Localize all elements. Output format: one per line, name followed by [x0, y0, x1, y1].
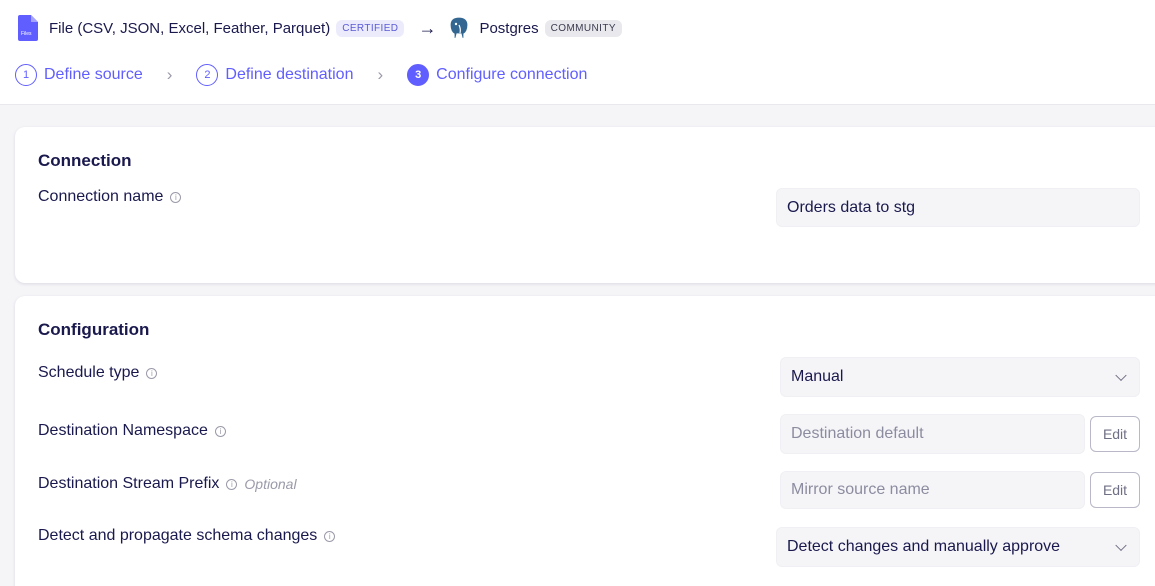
step-label: Define destination [225, 66, 354, 83]
stepper: 1 Define source › 2 Define destination ›… [15, 62, 587, 88]
step-define-destination[interactable]: 2 Define destination [196, 64, 353, 86]
stream-prefix-placeholder: Mirror source name [791, 481, 930, 498]
step-define-source[interactable]: 1 Define source [15, 64, 143, 86]
info-icon[interactable]: i [324, 530, 336, 542]
schema-changes-value: Detect changes and manually approve [787, 538, 1061, 555]
namespace-edit-button[interactable]: Edit [1090, 416, 1140, 452]
connection-header: Files File (CSV, JSON, Excel, Feather, P… [0, 0, 1155, 105]
file-icon: Files [18, 15, 38, 41]
configuration-card: Configuration Schedule type i Manual Des… [15, 296, 1155, 586]
connection-name-label-text: Connection name [38, 188, 164, 205]
chevron-down-icon [1115, 369, 1127, 382]
destination-namespace-label-text: Destination Namespace [38, 422, 208, 439]
step-number: 2 [196, 64, 219, 86]
schema-changes-label-text: Detect and propagate schema changes [38, 527, 318, 544]
connection-name-value: Orders data to stg [787, 198, 916, 216]
connection-name-input[interactable]: Orders data to stg [776, 188, 1140, 227]
connector-pair: Files File (CSV, JSON, Excel, Feather, P… [18, 14, 622, 42]
svg-text:Files: Files [21, 31, 32, 37]
chevron-right-icon: › [166, 65, 173, 84]
configuration-card-title: Configuration [38, 320, 150, 339]
stream-prefix-edit-button[interactable]: Edit [1090, 472, 1140, 508]
step-number: 1 [15, 64, 37, 86]
connection-card-title: Connection [38, 151, 132, 170]
step-number: 3 [407, 64, 430, 86]
community-badge: COMMUNITY [544, 19, 622, 37]
schema-changes-select[interactable]: Detect changes and manually approve [776, 527, 1140, 567]
connection-card: Connection Connection name i Orders data… [15, 127, 1155, 283]
schedule-type-label-text: Schedule type [38, 364, 140, 381]
destination-namespace-placeholder: Destination default [791, 425, 924, 442]
step-label: Define source [44, 66, 143, 83]
step-label: Configure connection [436, 66, 588, 83]
stream-prefix-label-text: Destination Stream Prefix [38, 475, 220, 492]
info-icon[interactable]: i [146, 367, 158, 379]
certified-badge: CERTIFIED [336, 19, 405, 37]
source-name: File (CSV, JSON, Excel, Feather, Parquet… [49, 19, 331, 37]
info-icon[interactable]: i [226, 478, 238, 490]
info-icon[interactable]: i [214, 425, 226, 437]
postgres-elephant-icon [448, 16, 470, 40]
destination-namespace-label: Destination Namespace i [38, 422, 226, 440]
destination-namespace-field[interactable]: Destination default [780, 414, 1085, 454]
destination-name: Postgres [479, 19, 539, 37]
main-content: Connection Connection name i Orders data… [0, 105, 1155, 586]
schedule-type-label: Schedule type i [38, 364, 158, 382]
schedule-type-value: Manual [791, 368, 844, 385]
arrow-right-icon: → [418, 17, 437, 38]
step-configure-connection[interactable]: 3 Configure connection [407, 64, 587, 86]
info-icon[interactable]: i [170, 191, 182, 203]
schema-changes-label: Detect and propagate schema changes i [38, 527, 336, 545]
chevron-right-icon: › [377, 65, 384, 84]
stream-prefix-field[interactable]: Mirror source name [780, 471, 1085, 509]
connection-name-label: Connection name i [38, 188, 182, 206]
optional-tag: Optional [244, 476, 297, 492]
schedule-type-select[interactable]: Manual [780, 357, 1140, 397]
stream-prefix-label: Destination Stream Prefix i Optional [38, 475, 297, 493]
chevron-down-icon [1115, 539, 1127, 552]
